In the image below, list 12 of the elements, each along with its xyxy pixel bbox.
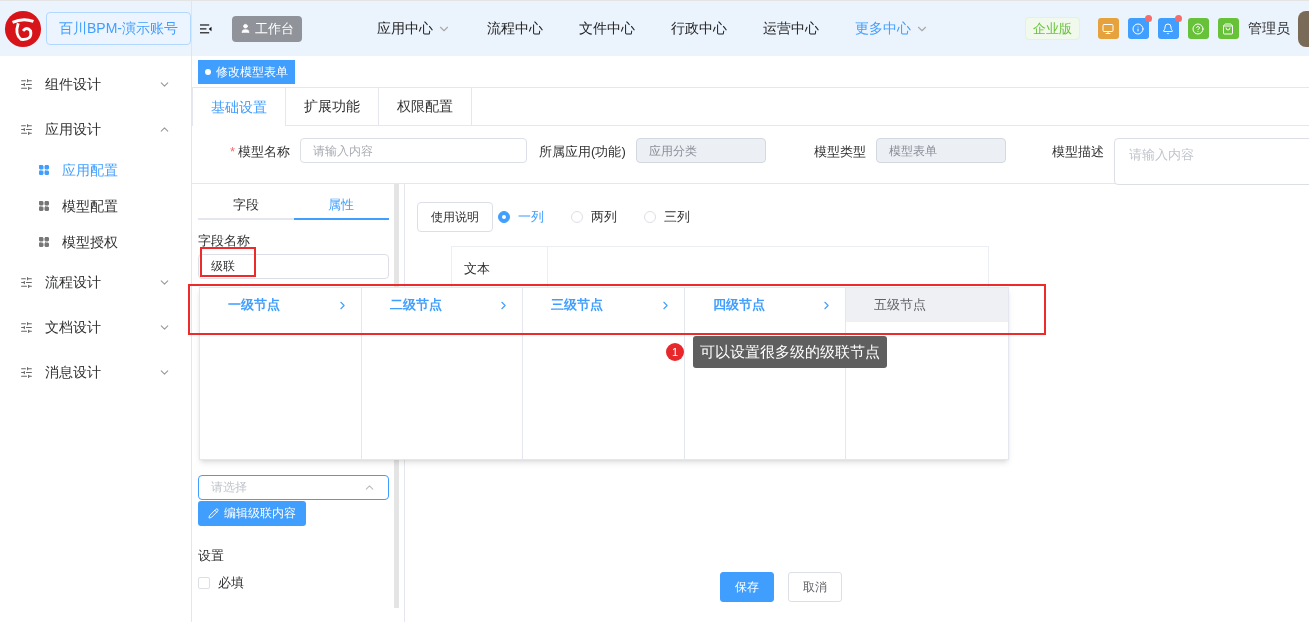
field-label: 所属应用(功能): [539, 143, 626, 161]
annotation-tooltip: 可以设置很多级的级联节点: [693, 336, 887, 368]
radio-label: 三列: [664, 208, 690, 227]
checkbox-label: 必填: [218, 574, 244, 592]
field-label: 模型描述: [1051, 143, 1104, 161]
edition-badge: 企业版: [1024, 16, 1080, 41]
radio-label: 一列: [518, 208, 544, 227]
field-label: 模型类型: [813, 143, 866, 161]
field-label: 字段名称: [198, 232, 251, 250]
radio-label: 两列: [591, 208, 617, 227]
section-label: 设置: [198, 546, 225, 565]
field-label: * 模型名称: [230, 143, 291, 161]
